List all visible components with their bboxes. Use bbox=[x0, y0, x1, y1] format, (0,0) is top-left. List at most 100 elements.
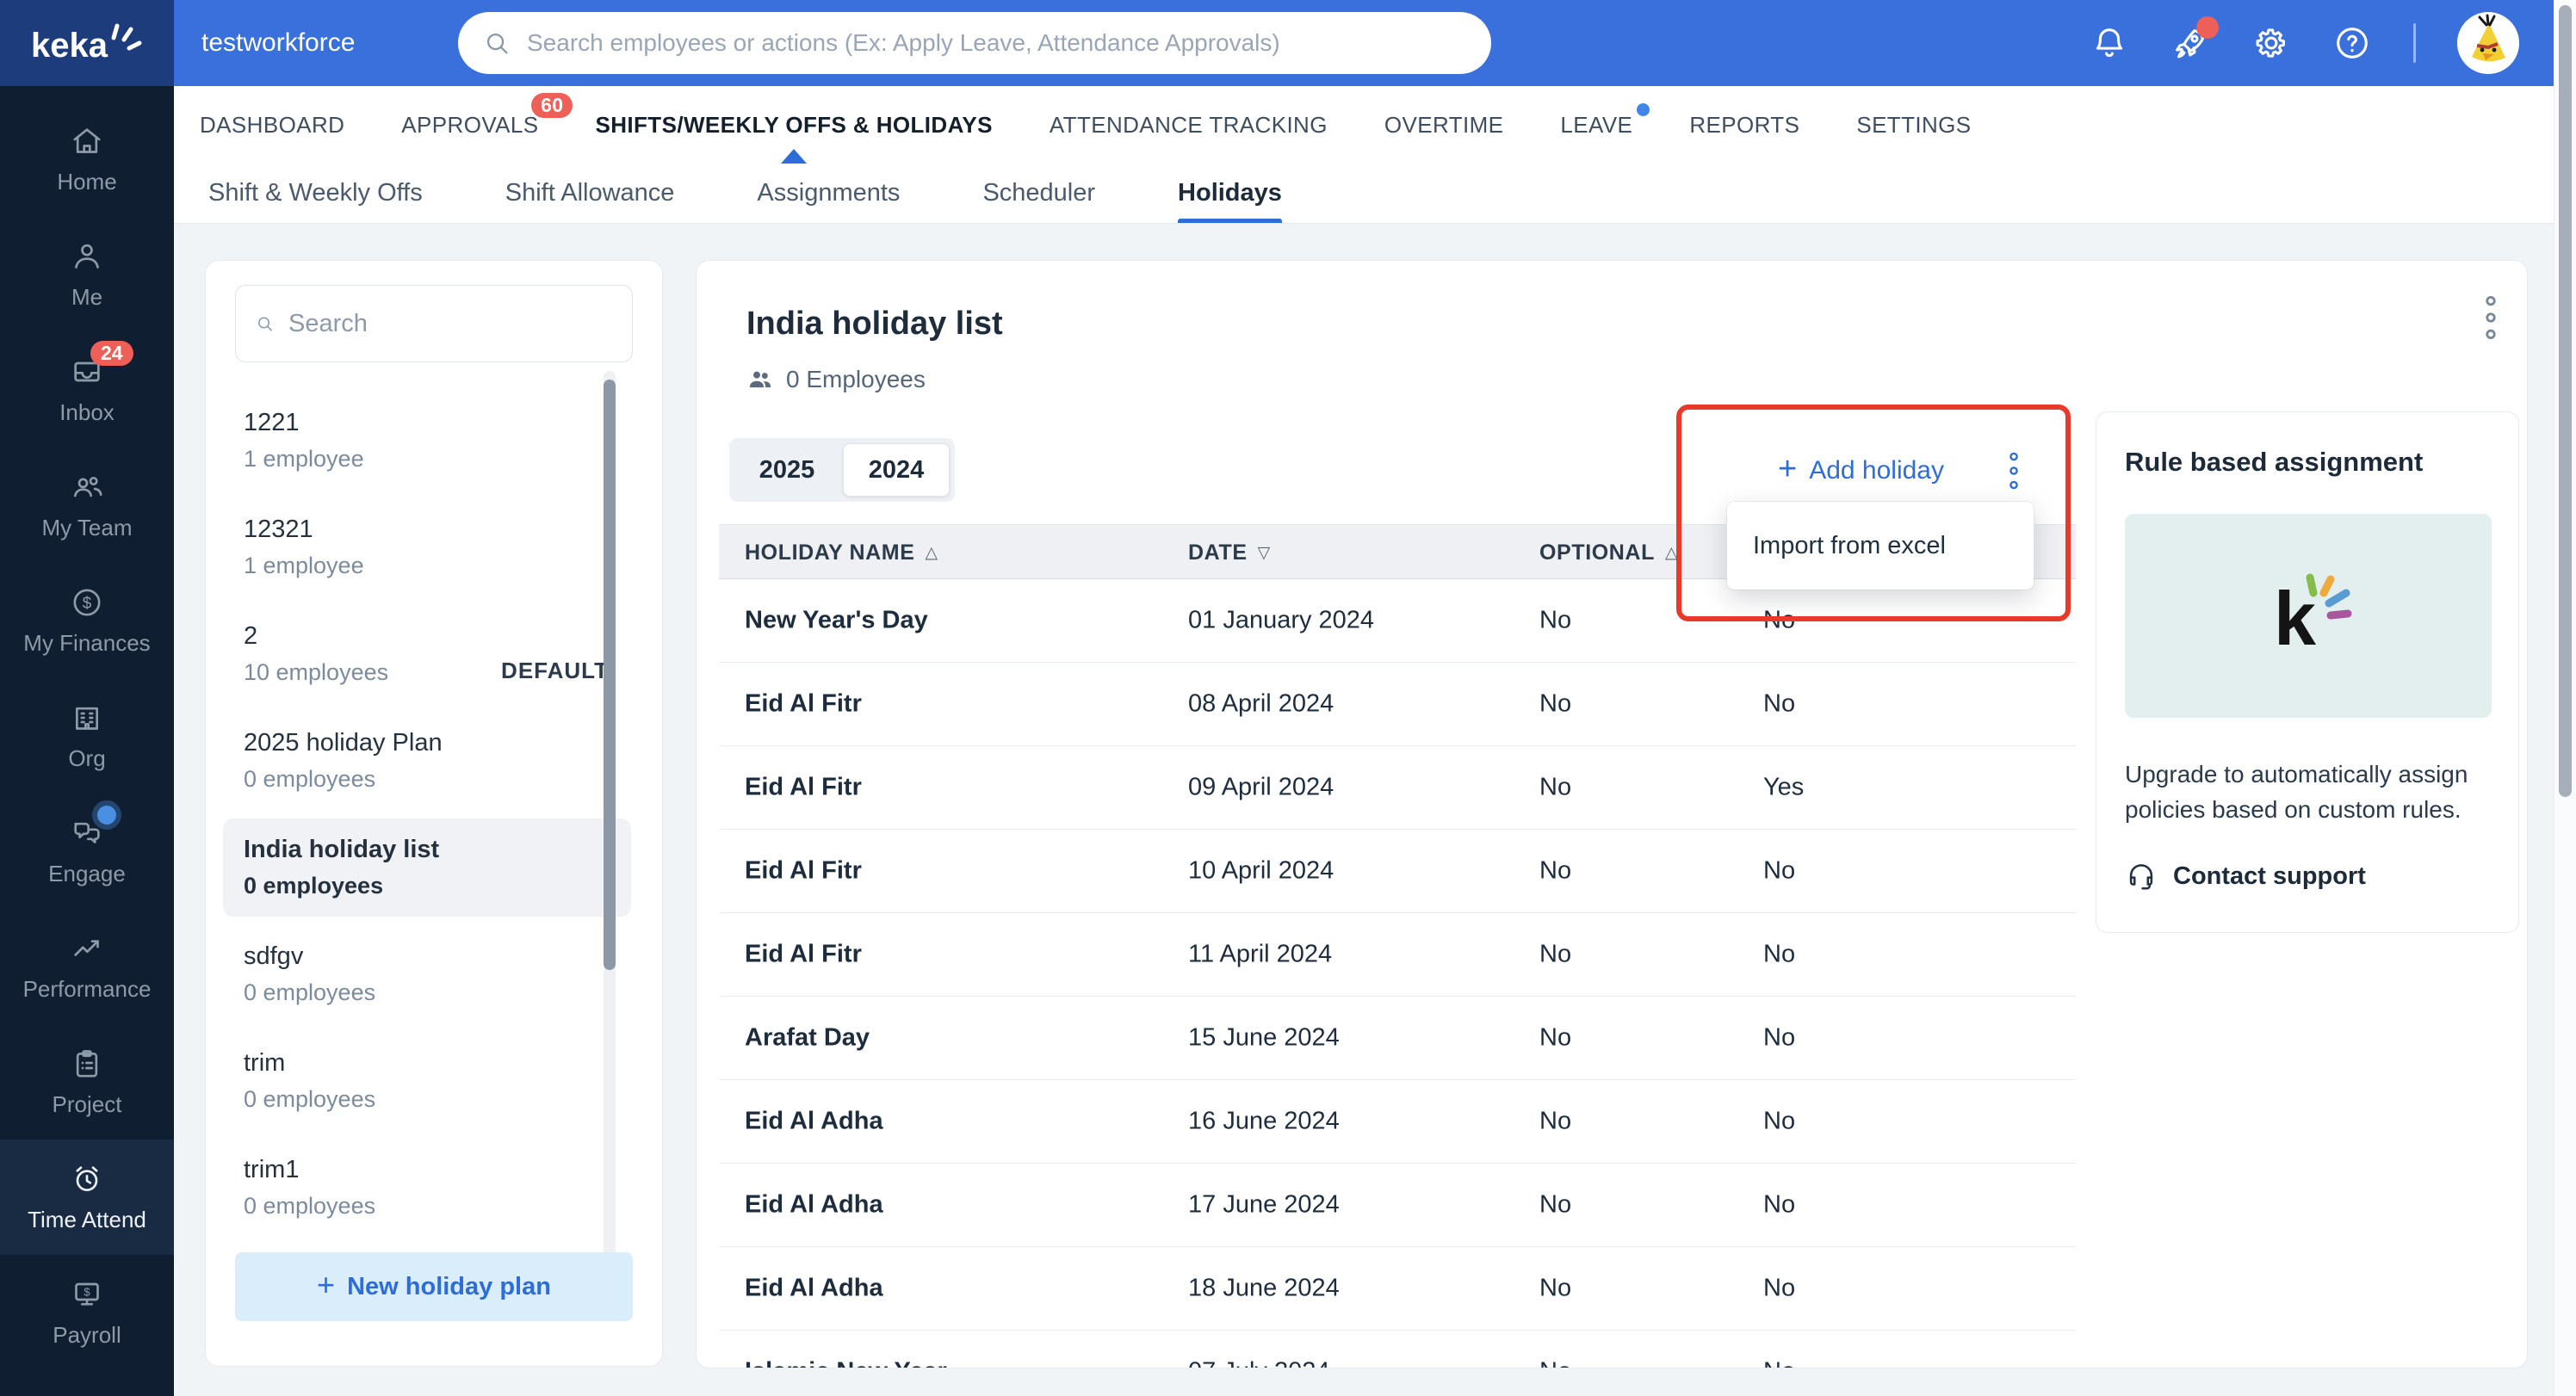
plan-name: 2 bbox=[244, 622, 610, 651]
svg-text:keka: keka bbox=[31, 27, 108, 65]
add-holiday-button[interactable]: + Add holiday bbox=[1778, 447, 1944, 495]
column-header-label: DATE bbox=[1188, 540, 1248, 565]
sidebar-item-home[interactable]: Home bbox=[0, 102, 174, 217]
date-cell: 09 April 2024 bbox=[1188, 774, 1334, 802]
column-header-holiday-name[interactable]: HOLIDAY NAME△ bbox=[745, 525, 938, 580]
time-icon bbox=[70, 1162, 104, 1196]
sidebar-item-org[interactable]: Org bbox=[0, 678, 174, 794]
tab-reports[interactable]: REPORTS bbox=[1689, 86, 1799, 164]
engage-notification-dot bbox=[97, 806, 116, 825]
flag-cell: No bbox=[1539, 607, 1571, 635]
tab-label: REPORTS bbox=[1689, 112, 1799, 139]
plan-name: trim bbox=[244, 1049, 610, 1078]
holiday-plan-item-2[interactable]: 210 employeesDEFAULT bbox=[223, 605, 631, 703]
add-holiday-kebab-menu[interactable] bbox=[1998, 448, 2029, 493]
flag-cell: No bbox=[1539, 857, 1571, 886]
holiday-plan-item-12321[interactable]: 123211 employee bbox=[223, 498, 631, 596]
contact-support-button[interactable]: Contact support bbox=[2125, 860, 2366, 893]
sidebar-item-time-attend[interactable]: Time Attend bbox=[0, 1140, 174, 1255]
flag-cell: No bbox=[1763, 1108, 1795, 1136]
holiday-row[interactable]: Eid Al Adha16 June 2024NoNo bbox=[719, 1080, 2076, 1164]
holiday-row[interactable]: Eid Al Fitr10 April 2024NoNo bbox=[719, 830, 2076, 913]
holiday-plan-item-trim1[interactable]: trim10 employees bbox=[223, 1139, 631, 1237]
plan-name: India holiday list bbox=[244, 836, 610, 864]
subtab-shift-weekly-offs[interactable]: Shift & Weekly Offs bbox=[208, 164, 423, 223]
holiday-name-cell: Islamic New Year bbox=[745, 1358, 947, 1369]
sidebar-item-label: Org bbox=[68, 745, 105, 772]
sidebar-item-inbox[interactable]: 24Inbox bbox=[0, 332, 174, 448]
tab-approvals[interactable]: APPROVALS60 bbox=[401, 86, 538, 164]
keka-k-logo: k bbox=[2125, 514, 2492, 718]
plans-scrollbar-thumb[interactable] bbox=[604, 380, 616, 970]
new-holiday-plan-label: New holiday plan bbox=[347, 1273, 551, 1301]
year-toggle: 20252024 bbox=[729, 438, 955, 502]
sidebar-item-performance[interactable]: Performance bbox=[0, 909, 174, 1024]
column-header-optional[interactable]: OPTIONAL△ bbox=[1539, 525, 1678, 580]
holiday-plan-item-trim[interactable]: trim0 employees bbox=[223, 1032, 631, 1130]
flag-cell: No bbox=[1539, 690, 1571, 719]
subtab-label: Holidays bbox=[1178, 179, 1282, 207]
date-cell: 07 July 2024 bbox=[1188, 1358, 1329, 1369]
holiday-plans-panel: 12211 employee123211 employee210 employe… bbox=[205, 260, 663, 1367]
keka-logo[interactable]: keka bbox=[0, 0, 174, 86]
global-search-input[interactable] bbox=[527, 29, 1467, 57]
tab-dashboard[interactable]: DASHBOARD bbox=[200, 86, 344, 164]
sidebar-item-me[interactable]: Me bbox=[0, 217, 174, 332]
workspace-name: testworkforce bbox=[201, 28, 355, 58]
tab-attendance-tracking[interactable]: ATTENDANCE TRACKING bbox=[1050, 86, 1328, 164]
subtab-assignments[interactable]: Assignments bbox=[757, 164, 900, 223]
card-kebab-menu[interactable] bbox=[2472, 292, 2510, 343]
rule-panel-body: Upgrade to automatically assign policies… bbox=[2125, 757, 2504, 828]
inbox-count-badge: 24 bbox=[90, 341, 133, 366]
sidebar-item-payroll[interactable]: $Payroll bbox=[0, 1255, 174, 1370]
payroll-icon: $ bbox=[70, 1277, 104, 1312]
subtab-label: Scheduler bbox=[982, 179, 1095, 207]
tab-settings[interactable]: SETTINGS bbox=[1856, 86, 1971, 164]
holiday-row[interactable]: Eid Al Adha18 June 2024NoNo bbox=[719, 1247, 2076, 1331]
menu-item-import-from-excel[interactable]: Import from excel bbox=[1753, 532, 2034, 560]
holiday-plan-item-india-holiday-list[interactable]: India holiday list 0 employees bbox=[223, 818, 631, 917]
bell-icon[interactable] bbox=[2090, 23, 2129, 63]
global-search[interactable] bbox=[458, 12, 1491, 74]
holiday-row[interactable]: New Year's Day01 January 2024NoNo bbox=[719, 579, 2076, 663]
plan-employee-count: 0 employees bbox=[244, 873, 610, 899]
sidebar-item-engage[interactable]: Engage bbox=[0, 794, 174, 909]
sidebar-item-my-team[interactable]: My Team bbox=[0, 448, 174, 563]
holiday-row[interactable]: Eid Al Adha17 June 2024NoNo bbox=[719, 1164, 2076, 1247]
rocket-icon[interactable] bbox=[2170, 23, 2210, 63]
tab-leave[interactable]: LEAVE bbox=[1560, 86, 1632, 164]
tab-overtime[interactable]: OVERTIME bbox=[1384, 86, 1504, 164]
page-scrollbar-thumb[interactable] bbox=[2559, 5, 2572, 797]
subtab-scheduler[interactable]: Scheduler bbox=[982, 164, 1095, 223]
column-header-date[interactable]: DATE▽ bbox=[1188, 525, 1271, 580]
holiday-plan-item-1221[interactable]: 12211 employee bbox=[223, 392, 631, 490]
sidebar-item-project[interactable]: Project bbox=[0, 1024, 174, 1140]
year-tab-2024[interactable]: 2024 bbox=[843, 443, 950, 497]
topbar: testworkforce bbox=[174, 0, 2576, 86]
plans-scrollbar-track[interactable] bbox=[604, 371, 616, 1288]
avatar[interactable] bbox=[2457, 12, 2519, 74]
holiday-plan-item-sdfgv[interactable]: sdfgv0 employees bbox=[223, 925, 631, 1023]
sidebar-item-my-finances[interactable]: $My Finances bbox=[0, 563, 174, 678]
holiday-plan-item-2025-holiday-plan[interactable]: 2025 holiday Plan0 employees bbox=[223, 712, 631, 810]
year-tab-2025[interactable]: 2025 bbox=[734, 443, 839, 497]
page-scrollbar-track[interactable] bbox=[2554, 0, 2576, 1396]
holiday-row[interactable]: Arafat Day15 June 2024NoNo bbox=[719, 997, 2076, 1080]
holiday-name-cell: Eid Al Adha bbox=[745, 1275, 883, 1303]
holiday-row[interactable]: Islamic New Year07 July 2024NoNo bbox=[719, 1331, 2076, 1368]
home-icon bbox=[70, 124, 104, 158]
holiday-row[interactable]: Eid Al Fitr11 April 2024NoNo bbox=[719, 913, 2076, 997]
plans-search-input[interactable] bbox=[288, 310, 613, 338]
gear-icon[interactable] bbox=[2251, 23, 2291, 63]
tab-label: DASHBOARD bbox=[200, 112, 344, 139]
help-icon[interactable] bbox=[2332, 23, 2372, 63]
plans-search[interactable] bbox=[235, 285, 633, 362]
holiday-row[interactable]: Eid Al Fitr09 April 2024NoYes bbox=[719, 746, 2076, 830]
holiday-row[interactable]: Eid Al Fitr08 April 2024NoNo bbox=[719, 663, 2076, 746]
tab-label: SETTINGS bbox=[1856, 112, 1971, 139]
subtab-shift-allowance[interactable]: Shift Allowance bbox=[505, 164, 675, 223]
tab-shifts-weekly-offs-holidays[interactable]: SHIFTS/WEEKLY OFFS & HOLIDAYS bbox=[595, 86, 992, 164]
flag-cell: No bbox=[1763, 1191, 1795, 1220]
subtab-holidays[interactable]: Holidays bbox=[1178, 164, 1282, 223]
new-holiday-plan-button[interactable]: + New holiday plan bbox=[235, 1252, 633, 1321]
